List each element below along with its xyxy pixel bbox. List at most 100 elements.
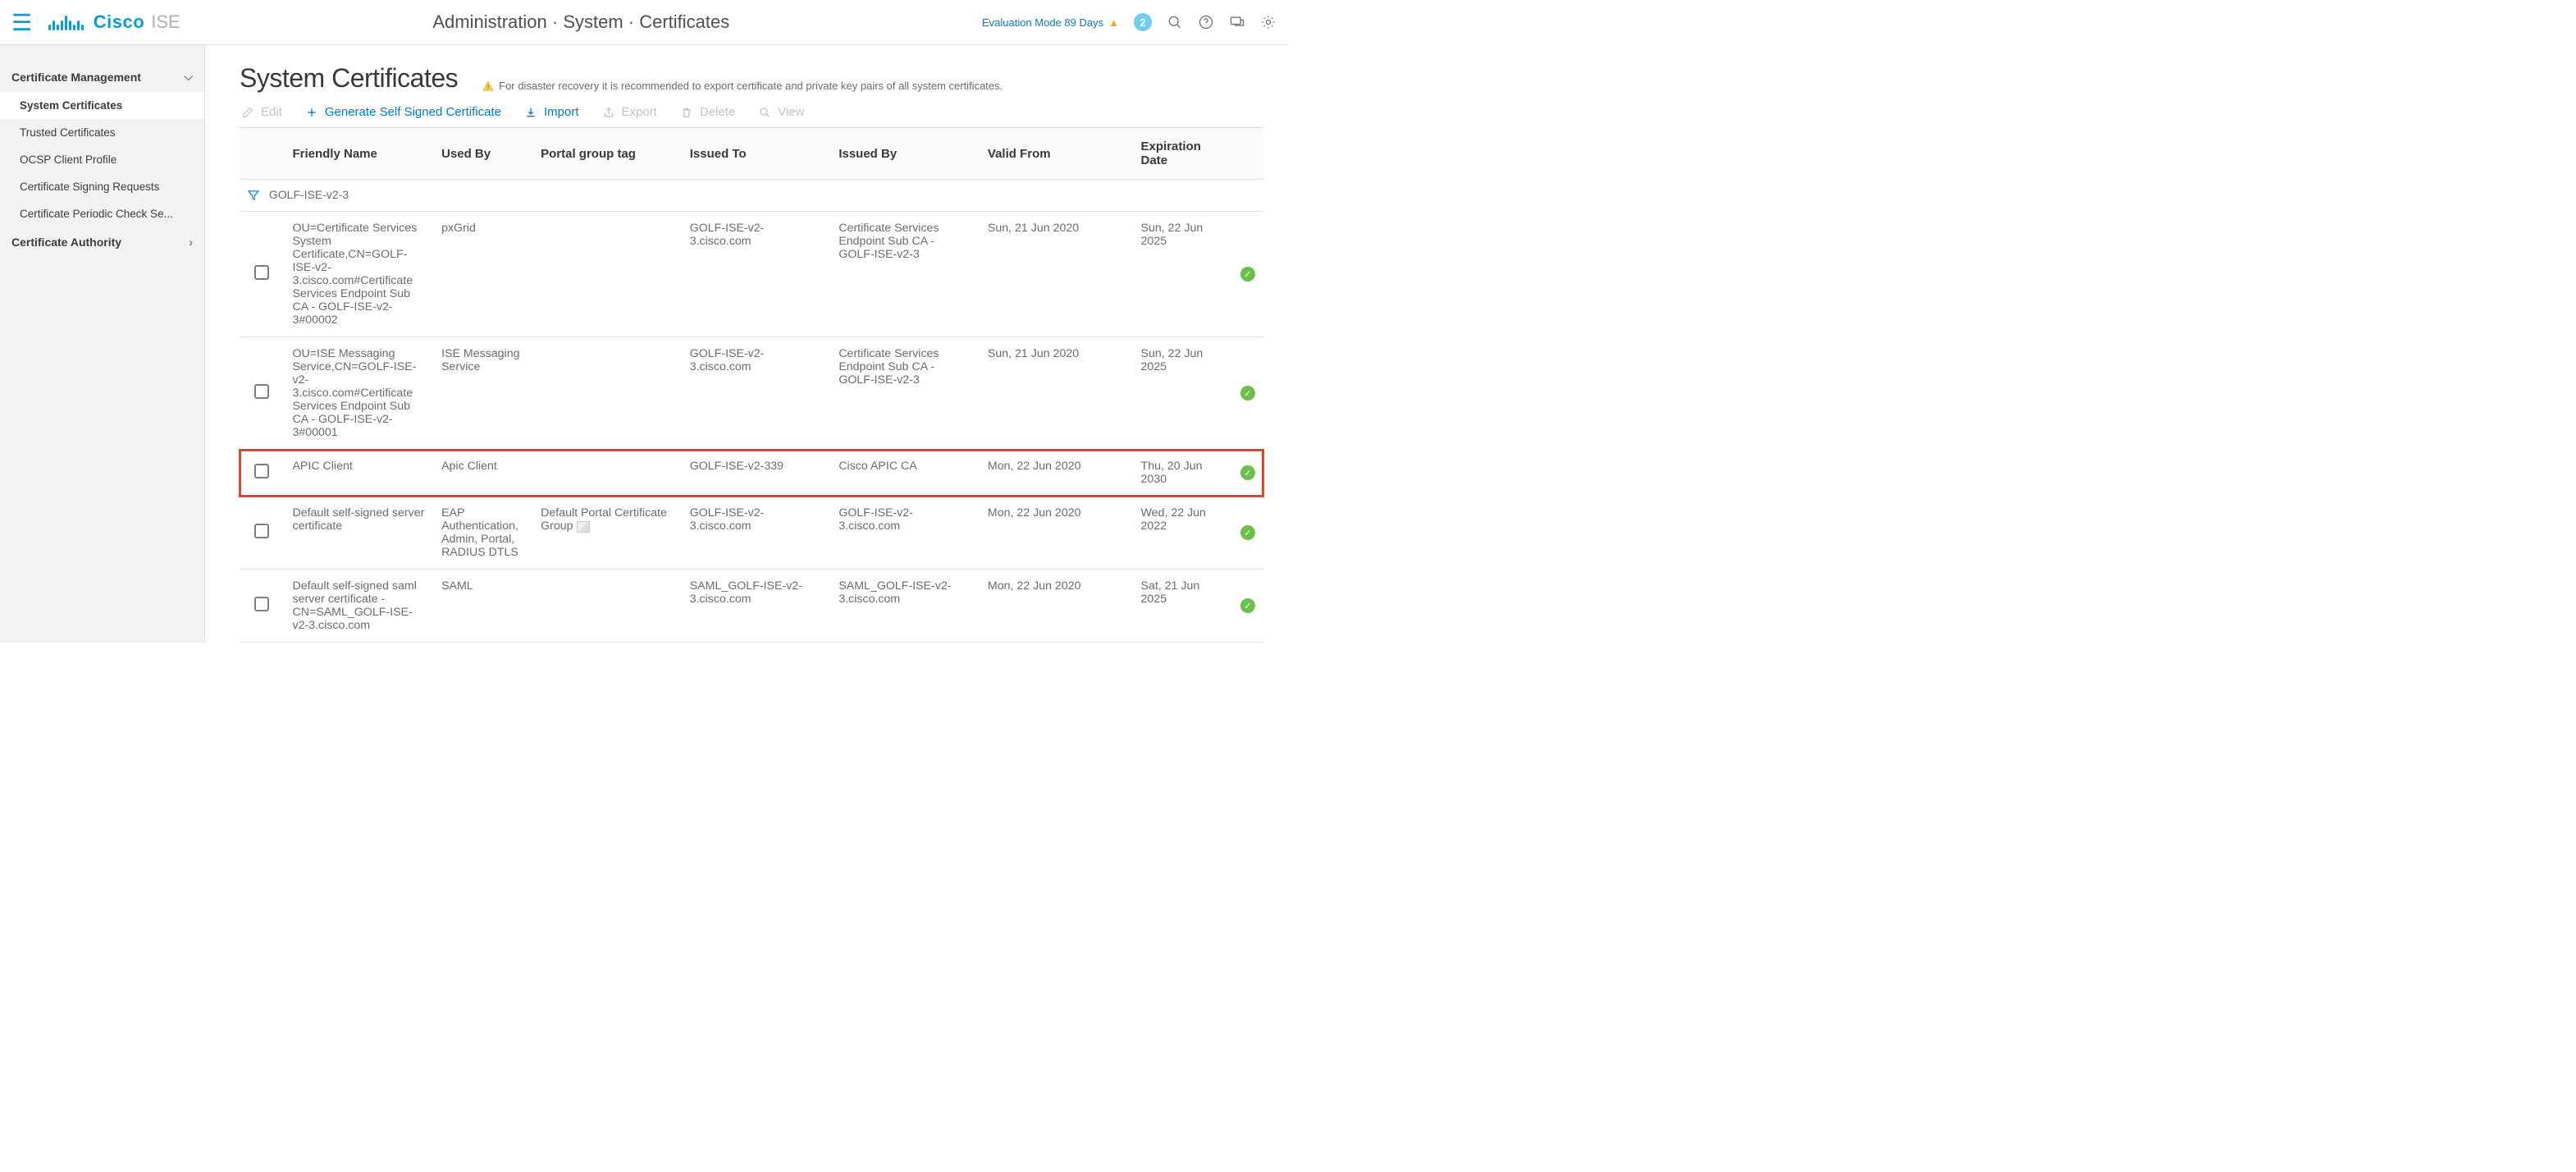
view-button[interactable]: View [758, 105, 804, 119]
table-row[interactable]: Default self-signed saml server certific… [240, 570, 1263, 643]
cell-portal-tag [532, 450, 682, 497]
sidebar-group-title: Certificate Management [11, 71, 141, 84]
status-ok-icon [1240, 525, 1255, 540]
trash-icon [680, 106, 693, 119]
cell-issued-to: GOLF-ISE-v2-3.cisco.com [682, 212, 831, 337]
pencil-icon [241, 106, 254, 119]
sidebar-group-header[interactable]: Certificate Authority › [0, 227, 204, 257]
page-title: System Certificates [240, 63, 458, 94]
cell-used-by: Apic Client [433, 450, 532, 497]
cell-expiration: Sun, 22 Jun 2025 [1133, 212, 1232, 337]
topbar: ☰ Cisco ISE Administration · System · Ce… [0, 0, 1288, 45]
certificates-table: Friendly Name Used By Portal group tag I… [240, 127, 1263, 643]
search-icon[interactable] [1167, 14, 1183, 30]
col-issued-by[interactable]: Issued By [830, 128, 980, 180]
cell-portal-tag [532, 570, 682, 643]
cisco-logo-icon [48, 14, 84, 30]
import-icon [524, 106, 537, 119]
col-friendly-name[interactable]: Friendly Name [284, 128, 433, 180]
status-ok-icon [1240, 386, 1255, 401]
page-note: For disaster recovery it is recommended … [482, 80, 1003, 94]
help-icon[interactable] [1198, 14, 1214, 30]
chevron-down-icon: ⌵ [184, 70, 193, 84]
cell-status [1232, 450, 1263, 497]
row-checkbox[interactable] [254, 265, 269, 280]
cell-expiration: Wed, 22 Jun 2022 [1133, 497, 1232, 570]
sidebar-item[interactable]: OCSP Client Profile [0, 146, 204, 173]
sidebar-group-header[interactable]: Certificate Management ⌵ [0, 62, 204, 92]
status-ok-icon [1240, 598, 1255, 613]
row-checkbox[interactable] [254, 384, 269, 399]
notification-badge[interactable]: 2 [1134, 13, 1152, 31]
cell-issued-to: GOLF-ISE-v2-339 [682, 450, 831, 497]
col-issued-to[interactable]: Issued To [682, 128, 831, 180]
warning-triangle-icon: ▲ [1108, 16, 1119, 29]
export-button[interactable]: Export [602, 105, 657, 119]
cell-portal-tag [532, 212, 682, 337]
cell-friendly-name: Default self-signed saml server certific… [284, 570, 433, 643]
brand-cisco: Cisco [94, 11, 144, 33]
sidebar-item[interactable]: Certificate Signing Requests [0, 173, 204, 200]
cell-valid-from: Mon, 22 Jun 2020 [980, 450, 1133, 497]
cell-issued-by: GOLF-ISE-v2-3.cisco.com [830, 497, 980, 570]
import-button[interactable]: Import [524, 105, 579, 119]
cell-valid-from: Mon, 22 Jun 2020 [980, 570, 1133, 643]
table-row[interactable]: Default self-signed server certificateEA… [240, 497, 1263, 570]
generate-button[interactable]: Generate Self Signed Certificate [305, 105, 501, 119]
filter-icon[interactable] [246, 188, 261, 203]
row-checkbox[interactable] [254, 524, 269, 538]
col-expiration[interactable]: Expiration Date [1133, 128, 1232, 180]
sidebar-item[interactable]: System Certificates [0, 92, 204, 119]
cell-used-by: EAP Authentication, Admin, Portal, RADIU… [433, 497, 532, 570]
status-ok-icon [1240, 465, 1255, 480]
export-icon [602, 106, 615, 119]
plus-icon [305, 106, 318, 119]
col-valid-from[interactable]: Valid From [980, 128, 1133, 180]
cell-valid-from: Sun, 21 Jun 2020 [980, 337, 1133, 450]
sidebar-item[interactable]: Trusted Certificates [0, 119, 204, 146]
table-row[interactable]: OU=ISE Messaging Service,CN=GOLF-ISE-v2-… [240, 337, 1263, 450]
hamburger-menu-icon[interactable]: ☰ [11, 9, 32, 36]
cell-expiration: Sat, 21 Jun 2025 [1133, 570, 1232, 643]
cell-friendly-name: Default self-signed server certificate [284, 497, 433, 570]
status-ok-icon [1240, 267, 1255, 282]
gear-icon[interactable] [1260, 14, 1277, 30]
sidebar-item[interactable]: Certificate Periodic Check Se... [0, 200, 204, 227]
cell-issued-by: Cisco APIC CA [830, 450, 980, 497]
table-row[interactable]: OU=Certificate Services System Certifica… [240, 212, 1263, 337]
delete-button[interactable]: Delete [680, 105, 735, 119]
cell-used-by: SAML [433, 570, 532, 643]
sidebar-group-title: Certificate Authority [11, 236, 121, 249]
main-content: System Certificates For disaster recover… [205, 45, 1288, 643]
cell-status [1232, 337, 1263, 450]
ops-icon[interactable] [1229, 14, 1245, 30]
row-checkbox[interactable] [254, 597, 269, 611]
brand[interactable]: Cisco ISE [48, 11, 180, 33]
cell-issued-to: GOLF-ISE-v2-3.cisco.com [682, 497, 831, 570]
filter-label: GOLF-ISE-v2-3 [269, 188, 349, 201]
col-portal-tag[interactable]: Portal group tag [532, 128, 682, 180]
eval-mode-link[interactable]: Evaluation Mode 89 Days ▲ [982, 16, 1119, 29]
cell-issued-to: SAML_GOLF-ISE-v2-3.cisco.com [682, 570, 831, 643]
broken-image-icon [577, 521, 590, 533]
row-checkbox[interactable] [254, 464, 269, 478]
cell-portal-tag [532, 337, 682, 450]
cell-issued-by: Certificate Services Endpoint Sub CA - G… [830, 337, 980, 450]
magnifier-icon [758, 106, 771, 119]
toolbar: Edit Generate Self Signed Certificate Im… [241, 105, 1263, 119]
table-row[interactable]: APIC ClientApic ClientGOLF-ISE-v2-339Cis… [240, 450, 1263, 497]
chevron-right-icon: › [189, 236, 193, 249]
table-group-row[interactable]: GOLF-ISE-v2-3 [240, 180, 1263, 212]
cell-friendly-name: OU=ISE Messaging Service,CN=GOLF-ISE-v2-… [284, 337, 433, 450]
cell-used-by: ISE Messaging Service [433, 337, 532, 450]
cell-issued-by: Certificate Services Endpoint Sub CA - G… [830, 212, 980, 337]
topbar-right: Evaluation Mode 89 Days ▲ 2 [982, 13, 1277, 31]
cell-valid-from: Mon, 22 Jun 2020 [980, 497, 1133, 570]
brand-ise: ISE [151, 11, 180, 33]
warning-icon [482, 80, 494, 92]
cell-issued-by: SAML_GOLF-ISE-v2-3.cisco.com [830, 570, 980, 643]
col-used-by[interactable]: Used By [433, 128, 532, 180]
cell-status [1232, 497, 1263, 570]
edit-button[interactable]: Edit [241, 105, 282, 119]
cell-expiration: Thu, 20 Jun 2030 [1133, 450, 1232, 497]
